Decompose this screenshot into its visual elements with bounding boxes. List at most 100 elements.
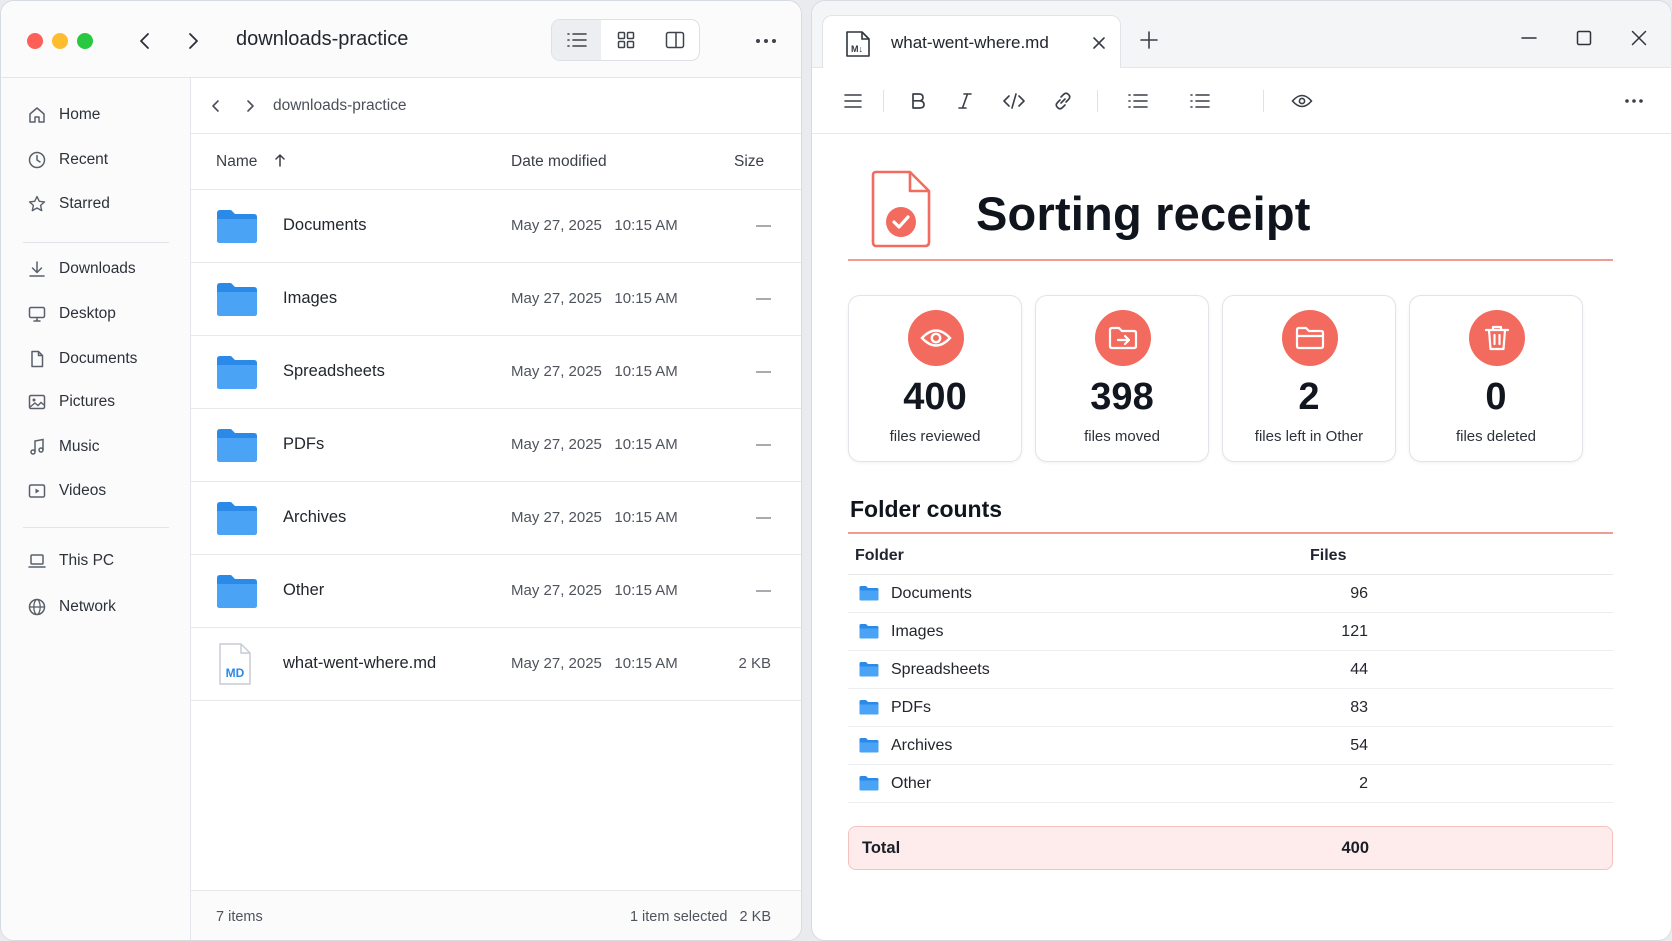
sidebar-item-label: Pictures bbox=[59, 393, 115, 410]
total-value: 400 bbox=[1341, 839, 1369, 857]
tab-what-went-where[interactable]: M↓ what-went-where.md bbox=[822, 15, 1121, 69]
column-header-date[interactable]: Date modified bbox=[511, 153, 607, 171]
file-date: May 27, 2025 10:15 AM bbox=[511, 363, 678, 380]
sidebar-item-pictures[interactable]: Pictures bbox=[27, 387, 115, 417]
sidebar-divider bbox=[23, 242, 169, 243]
breadcrumb-back-button[interactable] bbox=[203, 92, 229, 120]
file-row[interactable]: PDFs May 27, 2025 10:15 AM — bbox=[191, 409, 801, 482]
file-size: — bbox=[756, 582, 771, 599]
download-icon bbox=[29, 261, 45, 277]
sidebar-item-label: Downloads bbox=[59, 260, 136, 277]
file-count: 2 bbox=[1359, 775, 1368, 792]
file-row[interactable]: MD what-went-where.md May 27, 2025 10:15… bbox=[191, 628, 801, 701]
stat-label: files deleted bbox=[1455, 428, 1537, 445]
document-check-icon bbox=[871, 170, 931, 248]
new-tab-button[interactable] bbox=[1132, 23, 1166, 57]
file-size: 2 KB bbox=[738, 655, 771, 672]
column-header-name[interactable]: Name bbox=[216, 153, 257, 171]
forward-button[interactable] bbox=[178, 25, 208, 57]
close-window-button[interactable] bbox=[27, 33, 43, 49]
sidebar-item-recent[interactable]: Recent bbox=[27, 145, 108, 175]
italic-button[interactable] bbox=[949, 85, 981, 117]
maximize-button[interactable] bbox=[1567, 23, 1601, 53]
close-tab-button[interactable] bbox=[1089, 33, 1109, 53]
sidebar-item-network[interactable]: Network bbox=[27, 592, 116, 622]
file-name: Spreadsheets bbox=[283, 362, 385, 380]
file-row[interactable]: Other May 27, 2025 10:15 AM — bbox=[191, 555, 801, 628]
grid-view-button[interactable] bbox=[601, 20, 650, 60]
file-row[interactable]: Documents May 27, 2025 10:15 AM — bbox=[191, 190, 801, 263]
video-icon bbox=[28, 484, 46, 498]
file-name: PDFs bbox=[283, 435, 325, 453]
image-icon bbox=[28, 394, 46, 410]
more-options-button[interactable] bbox=[749, 25, 783, 57]
folder-icon bbox=[217, 210, 257, 243]
sidebar-item-this-pc[interactable]: This PC bbox=[27, 546, 114, 576]
sort-ascending-icon[interactable] bbox=[274, 153, 286, 172]
markdown-file-icon: MD bbox=[219, 643, 251, 685]
bulleted-list-button[interactable] bbox=[1122, 85, 1154, 117]
sidebar-item-music[interactable]: Music bbox=[27, 432, 99, 462]
numbered-list-button[interactable] bbox=[1184, 85, 1216, 117]
column-header-size[interactable]: Size bbox=[734, 153, 764, 171]
sidebar-item-home[interactable]: Home bbox=[27, 100, 100, 130]
file-count: 83 bbox=[1350, 699, 1368, 716]
file-row[interactable]: Spreadsheets May 27, 2025 10:15 AM — bbox=[191, 336, 801, 409]
preview-button[interactable] bbox=[1286, 85, 1318, 117]
code-icon bbox=[1003, 93, 1025, 109]
document-preview: Sorting receipt 400 files reviewed 398 f… bbox=[812, 134, 1671, 940]
bold-button[interactable] bbox=[902, 85, 934, 117]
more-horizontal-icon bbox=[756, 39, 776, 43]
menu-button[interactable] bbox=[837, 85, 869, 117]
link-button[interactable] bbox=[1047, 85, 1079, 117]
menu-icon bbox=[844, 94, 862, 108]
sidebar-item-documents[interactable]: Documents bbox=[27, 344, 137, 374]
md-badge: MD bbox=[226, 666, 245, 680]
file-date: May 27, 2025 10:15 AM bbox=[511, 290, 678, 307]
file-count: 44 bbox=[1350, 661, 1368, 678]
close-icon bbox=[1631, 30, 1647, 46]
sidebar-item-label: Desktop bbox=[59, 305, 116, 322]
sidebar-item-videos[interactable]: Videos bbox=[27, 476, 106, 506]
minimize-window-button[interactable] bbox=[52, 33, 68, 49]
more-options-button[interactable] bbox=[1618, 85, 1650, 117]
folder-icon bbox=[859, 700, 879, 715]
sidebar-item-desktop[interactable]: Desktop bbox=[27, 299, 116, 329]
minimize-button[interactable] bbox=[1512, 23, 1546, 53]
folder-icon bbox=[859, 624, 879, 639]
stat-value: 0 bbox=[1485, 376, 1507, 418]
code-button[interactable] bbox=[998, 85, 1030, 117]
section-underline bbox=[848, 532, 1613, 534]
globe-icon bbox=[28, 598, 46, 616]
markdown-editor-window: M↓ what-went-where.md Sorting receipt 40… bbox=[811, 0, 1672, 941]
close-button[interactable] bbox=[1622, 23, 1656, 53]
list-icon bbox=[566, 33, 587, 47]
stat-value: 398 bbox=[1090, 376, 1154, 418]
sidebar-item-downloads[interactable]: Downloads bbox=[27, 254, 136, 284]
back-button[interactable] bbox=[130, 25, 160, 57]
list-view-button[interactable] bbox=[552, 20, 601, 60]
md-badge: M↓ bbox=[851, 44, 863, 54]
bold-icon bbox=[912, 93, 925, 109]
stat-label: files reviewed bbox=[889, 428, 981, 445]
sidebar-item-starred[interactable]: Starred bbox=[27, 189, 110, 219]
folder-icon bbox=[217, 429, 257, 462]
file-name: Documents bbox=[283, 216, 367, 234]
maximize-window-button[interactable] bbox=[77, 33, 93, 49]
breadcrumb[interactable]: downloads-practice bbox=[273, 97, 407, 115]
breadcrumb-forward-button[interactable] bbox=[237, 92, 263, 120]
file-row[interactable]: Archives May 27, 2025 10:15 AM — bbox=[191, 482, 801, 555]
preview-pane-button[interactable] bbox=[650, 20, 699, 60]
home-icon bbox=[29, 107, 45, 123]
file-count: 96 bbox=[1350, 585, 1368, 602]
file-date: May 27, 2025 10:15 AM bbox=[511, 582, 678, 599]
tab-bar: M↓ what-went-where.md bbox=[812, 1, 1671, 69]
file-manager-window: downloads-practice Home Recent Starred D… bbox=[0, 0, 802, 941]
chevron-left-icon bbox=[140, 33, 149, 49]
stat-value: 2 bbox=[1298, 376, 1320, 418]
chevron-right-icon bbox=[189, 33, 198, 49]
file-date: May 27, 2025 10:15 AM bbox=[511, 436, 678, 453]
folder-name: Spreadsheets bbox=[891, 661, 990, 678]
file-row[interactable]: Images May 27, 2025 10:15 AM — bbox=[191, 263, 801, 336]
split-pane-icon bbox=[665, 31, 684, 49]
